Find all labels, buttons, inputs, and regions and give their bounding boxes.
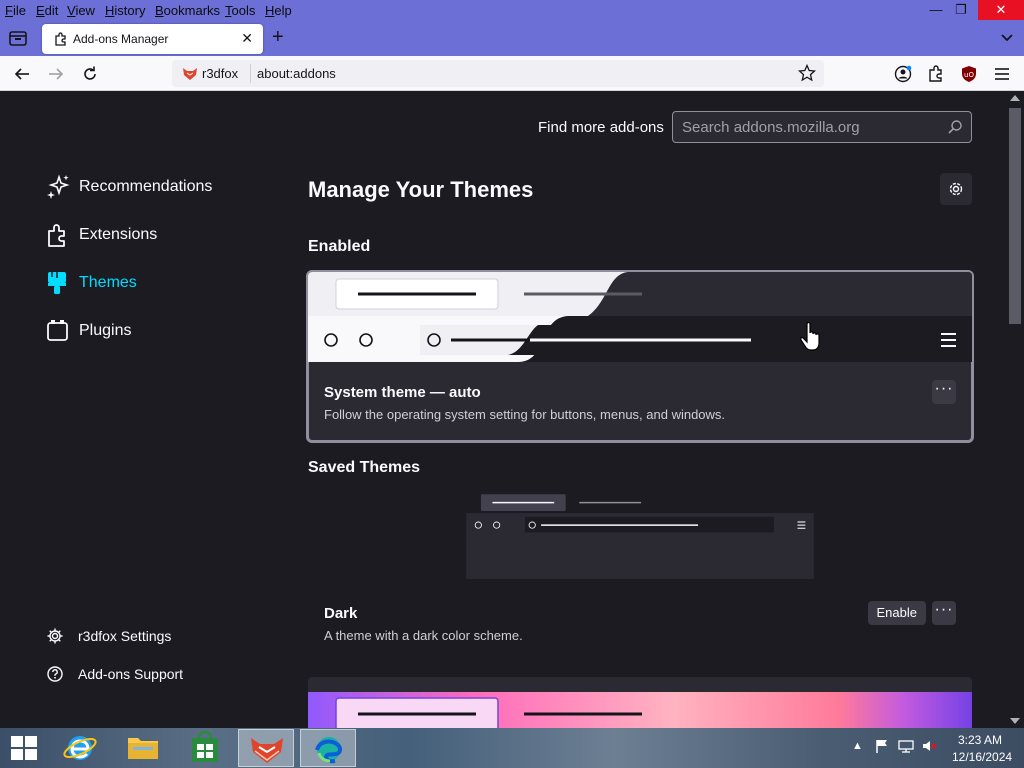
- close-window-button[interactable]: ✕: [978, 0, 1024, 20]
- chevron-down-icon[interactable]: [1000, 30, 1014, 48]
- theme-preview-colorful: [308, 692, 972, 728]
- menu-bar: File Edit View History Bookmarks Tools H…: [0, 0, 1024, 20]
- menu-help[interactable]: Help: [265, 3, 292, 18]
- menu-file[interactable]: File: [5, 3, 26, 18]
- enabled-section-title: Enabled: [308, 238, 371, 255]
- more-options-button[interactable]: ···: [932, 380, 956, 404]
- r3dfox-taskbar-icon[interactable]: [238, 729, 294, 767]
- saved-themes-section-title: Saved Themes: [308, 459, 421, 476]
- close-tab-icon[interactable]: ✕: [241, 30, 253, 47]
- category-label: Extensions: [79, 226, 158, 243]
- restore-button[interactable]: ❐: [946, 0, 976, 20]
- menu-view[interactable]: View: [67, 3, 95, 18]
- theme-card-dark[interactable]: Dark A theme with a dark color scheme. E…: [308, 489, 972, 661]
- menu-edit[interactable]: Edit: [36, 3, 58, 18]
- internet-explorer-icon[interactable]: [52, 729, 108, 767]
- extensions-puzzle-icon[interactable]: [926, 64, 946, 84]
- recommendations-icon: [46, 174, 70, 205]
- scrollbar-thumb[interactable]: [1009, 108, 1021, 324]
- theme-card-colorful[interactable]: [308, 677, 972, 728]
- theme-preview-dark: [466, 489, 814, 579]
- theme-description: A theme with a dark color scheme.: [324, 628, 523, 643]
- show-hidden-icons-icon[interactable]: ▲: [852, 740, 863, 752]
- footer-label: Add-ons Support: [78, 666, 184, 682]
- addons-page: Find more add-ons Search addons.mozilla.…: [0, 91, 1006, 728]
- category-label: Recommendations: [79, 178, 213, 195]
- more-options-button[interactable]: ···: [932, 601, 956, 625]
- volume-muted-icon[interactable]: [921, 738, 939, 757]
- hamburger-menu-icon[interactable]: [992, 64, 1012, 84]
- themes-icon: [46, 270, 70, 301]
- tab-addons-manager[interactable]: Add-ons Manager ✕: [42, 24, 263, 54]
- search-placeholder: Search addons.mozilla.org: [682, 119, 860, 136]
- url-separator: [250, 64, 251, 83]
- theme-name: Dark: [324, 605, 358, 622]
- menu-history[interactable]: History: [105, 3, 145, 18]
- clock-time[interactable]: 3:23 AM: [958, 733, 1002, 747]
- clock-date[interactable]: 12/16/2024: [952, 750, 1012, 764]
- bookmark-star-icon[interactable]: [797, 63, 817, 87]
- footer-label: r3dfox Settings: [78, 628, 172, 644]
- windows-taskbar: ▲ 3:23 AM 12/16/2024: [0, 728, 1024, 768]
- addons-search-input[interactable]: Search addons.mozilla.org: [672, 111, 972, 143]
- navigation-bar: r3dfox about:addons uO: [0, 56, 1024, 91]
- url-text[interactable]: about:addons: [257, 66, 336, 81]
- menu-bookmarks[interactable]: Bookmarks: [155, 3, 220, 18]
- new-tab-button[interactable]: +: [272, 27, 284, 47]
- tab-title: Add-ons Manager: [73, 32, 169, 46]
- find-more-label: Find more add-ons: [538, 119, 664, 136]
- scroll-down-arrow-icon[interactable]: [1010, 718, 1020, 724]
- network-icon[interactable]: [897, 738, 915, 757]
- back-arrow-icon[interactable]: [12, 64, 32, 84]
- page-scrollbar[interactable]: [1006, 91, 1024, 728]
- ublock-origin-icon[interactable]: uO: [959, 64, 979, 84]
- url-bar[interactable]: r3dfox about:addons: [172, 60, 824, 87]
- svg-text:uO: uO: [964, 71, 974, 79]
- help-icon: [46, 665, 64, 686]
- scroll-up-arrow-icon[interactable]: [1010, 95, 1020, 101]
- enable-button[interactable]: Enable: [867, 601, 926, 625]
- theme-card-system[interactable]: System theme — auto Follow the operating…: [306, 270, 974, 443]
- search-icon: [947, 119, 963, 140]
- mouse-cursor-icon: [800, 321, 822, 358]
- theme-preview-system: [308, 272, 972, 362]
- extensions-icon: [46, 222, 70, 253]
- edge-icon[interactable]: [300, 729, 356, 767]
- category-label: Themes: [79, 274, 137, 291]
- store-icon[interactable]: [177, 729, 233, 767]
- tools-gear-button[interactable]: [940, 173, 972, 205]
- account-icon[interactable]: [893, 64, 913, 84]
- theme-description: Follow the operating system setting for …: [324, 407, 726, 422]
- r3dfox-logo-icon: [182, 67, 198, 86]
- gear-icon: [46, 627, 64, 648]
- theme-name: System theme — auto: [324, 384, 481, 401]
- reload-icon[interactable]: [80, 64, 100, 84]
- plugins-icon: [46, 318, 70, 349]
- puzzle-icon: [53, 31, 69, 52]
- start-button[interactable]: [0, 729, 56, 767]
- tab-strip: Add-ons Manager ✕ +: [0, 20, 1024, 56]
- menu-tools[interactable]: Tools: [225, 3, 255, 18]
- page-title: Manage Your Themes: [308, 177, 534, 202]
- identity-label: r3dfox: [202, 66, 239, 81]
- firefox-view-icon[interactable]: [8, 29, 28, 47]
- action-center-flag-icon[interactable]: [874, 738, 890, 757]
- file-explorer-icon[interactable]: [115, 729, 171, 767]
- forward-arrow-icon[interactable]: [46, 64, 66, 84]
- category-label: Plugins: [79, 322, 132, 339]
